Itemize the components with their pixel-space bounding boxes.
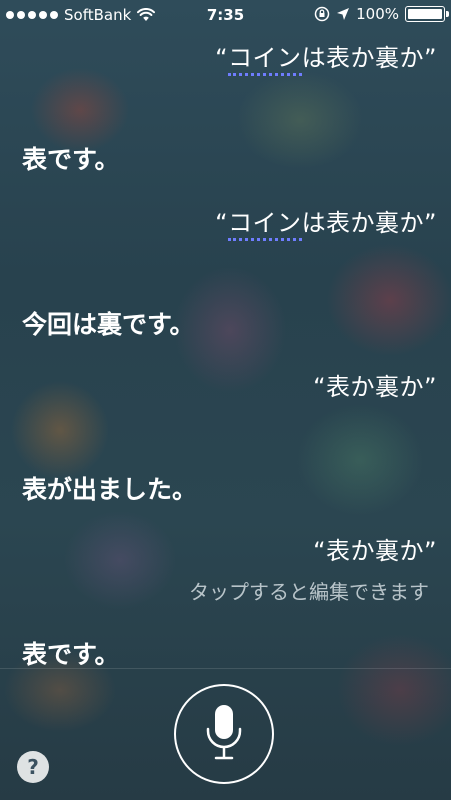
help-button[interactable]: ?	[17, 751, 49, 783]
microphone-button[interactable]	[174, 684, 274, 784]
user-utterance[interactable]: “表か裏か”	[313, 367, 437, 402]
siri-response: 表が出ました。	[22, 475, 198, 504]
correction-underline[interactable]: コイン	[228, 209, 302, 241]
microphone-icon	[206, 705, 242, 760]
user-utterance[interactable]: “コインは表か裏か”	[215, 203, 437, 241]
siri-response: 今回は裏です。	[22, 310, 195, 339]
siri-conversation: “コインは表か裏か” 表です。 “コインは表か裏か” 今回は裏です。 “表か裏か…	[0, 0, 451, 670]
correction-underline[interactable]: コイン	[228, 44, 302, 76]
siri-response: 表です。	[22, 640, 120, 669]
user-utterance[interactable]: “表か裏か”	[313, 531, 437, 566]
divider	[0, 668, 451, 669]
user-utterance[interactable]: “コインは表か裏か”	[215, 38, 437, 76]
tap-to-edit-hint: タップすると編集できます	[189, 580, 429, 604]
siri-response: 表です。	[22, 145, 120, 174]
